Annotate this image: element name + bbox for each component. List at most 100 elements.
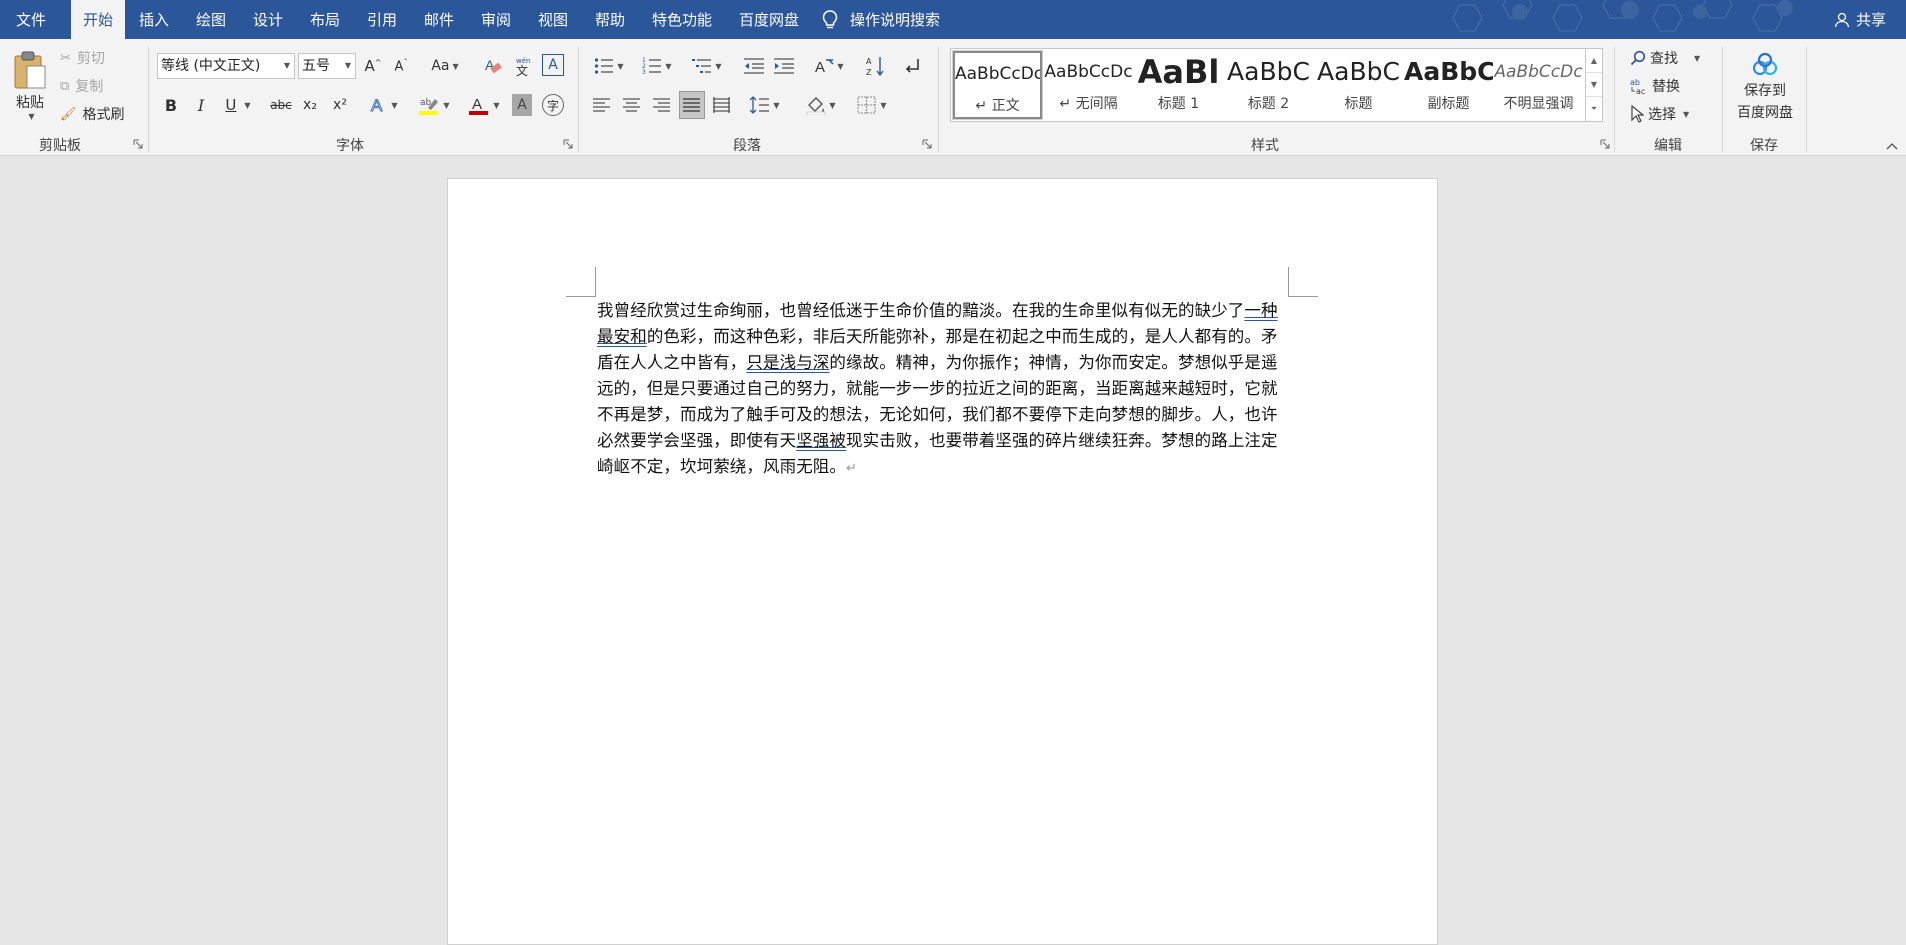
style-normal[interactable]: AaBbCcDc ↵ 正文	[952, 50, 1043, 120]
style-name: ↵ 正文	[975, 98, 1020, 114]
paste-button[interactable]: 粘贴 ▼	[8, 45, 52, 125]
character-border-button[interactable]: A	[542, 54, 564, 76]
svg-text:A: A	[866, 57, 872, 66]
shading-button[interactable]: ▼	[802, 92, 840, 118]
dialog-launcher-icon[interactable]	[1600, 139, 1610, 149]
chevron-down-icon: ▼	[1683, 109, 1690, 119]
tab-insert[interactable]: 插入	[128, 0, 180, 39]
superscript-button[interactable]: x²	[329, 92, 351, 118]
dialog-launcher-icon[interactable]	[922, 139, 932, 149]
shrink-font-button[interactable]: Aˇ	[390, 54, 412, 78]
tab-mailings[interactable]: 邮件	[413, 0, 465, 39]
align-left-button[interactable]	[590, 92, 614, 118]
tab-special-features[interactable]: 特色功能	[642, 0, 722, 39]
style-preview: AaBbC	[1404, 57, 1493, 86]
tab-review[interactable]: 审阅	[470, 0, 522, 39]
chevron-down-icon: ▼	[837, 61, 844, 71]
underline-label: U	[225, 96, 237, 114]
strikethrough-button[interactable]: abc	[268, 92, 294, 118]
clear-formatting-button[interactable]: A	[482, 54, 504, 78]
tab-baidu-netdisk[interactable]: 百度网盘	[728, 0, 810, 39]
subscript-button[interactable]: x₂	[299, 92, 321, 118]
tab-references[interactable]: 引用	[356, 0, 408, 39]
tab-help[interactable]: 帮助	[584, 0, 636, 39]
italic-button[interactable]: I	[190, 92, 212, 118]
font-size-value: 五号	[302, 58, 330, 74]
select-button[interactable]: 选择 ▼	[1630, 103, 1689, 125]
tab-layout[interactable]: 布局	[299, 0, 351, 39]
sort-button[interactable]: AZ	[864, 53, 888, 79]
font-size-combo[interactable]: 五号 ▼	[298, 53, 356, 79]
paragraph-mark: ↵	[846, 461, 857, 476]
format-painter-button[interactable]: 🖌 格式刷	[60, 103, 125, 125]
justify-button[interactable]	[679, 91, 705, 119]
style-heading-2[interactable]: AaBbC 标题 2	[1224, 51, 1313, 119]
svg-text:ac: ac	[1636, 87, 1645, 95]
style-preview: AaBl	[1137, 53, 1220, 91]
chevron-down-icon: ▼	[880, 100, 887, 110]
font-name-value: 等线 (中文正文)	[161, 58, 261, 74]
style-heading-1[interactable]: AaBl 标题 1	[1134, 51, 1223, 119]
font-name-combo[interactable]: 等线 (中文正文) ▼	[157, 53, 295, 79]
dialog-launcher-icon[interactable]	[563, 139, 573, 149]
dialog-launcher-icon[interactable]	[133, 139, 143, 149]
text-effects-button[interactable]: A ▼	[366, 92, 402, 118]
style-subtitle[interactable]: AaBbC 副标题	[1404, 51, 1493, 119]
copy-label: 复制	[75, 79, 104, 95]
decrease-indent-button[interactable]	[742, 53, 766, 79]
scroll-up-icon[interactable]: ▲	[1586, 49, 1602, 73]
chinese-layout-button[interactable]: A ▼	[810, 53, 848, 79]
tell-me-search[interactable]: 操作说明搜索	[822, 0, 940, 39]
tab-file[interactable]: 文件	[0, 0, 62, 39]
enclose-characters-button[interactable]: 字	[542, 94, 564, 116]
grow-font-button[interactable]: A^	[362, 54, 384, 78]
share-button[interactable]: 共享	[1834, 0, 1886, 39]
underline-button[interactable]: U ▼	[220, 92, 256, 118]
numbering-button[interactable]: 123 ▼	[638, 53, 676, 79]
cut-button[interactable]: ✂ 剪切	[60, 47, 105, 69]
tab-home[interactable]: 开始	[71, 0, 125, 39]
paragraph-mark-icon	[905, 59, 919, 73]
change-case-button[interactable]: Aa ▼	[426, 54, 464, 78]
replace-button[interactable]: ab ac 替换	[1630, 75, 1680, 97]
distributed-button[interactable]	[710, 92, 734, 118]
font-color-icon: A	[469, 96, 489, 115]
style-subtle-emphasis[interactable]: AaBbCcDc 不明显强调	[1494, 51, 1583, 119]
show-formatting-marks-button[interactable]	[900, 53, 924, 79]
replace-icon: abac	[1630, 78, 1645, 95]
collapse-ribbon-icon[interactable]	[1886, 142, 1898, 150]
align-right-icon	[653, 98, 670, 112]
save-to-baidu-button[interactable]: 保存到 百度网盘	[1730, 45, 1800, 129]
style-name: 标题 2	[1247, 96, 1290, 112]
style-no-spacing[interactable]: AaBbCcDc ↵ 无间隔	[1044, 51, 1133, 119]
bold-button[interactable]: B	[160, 92, 182, 118]
styles-gallery: AaBbCcDc ↵ 正文 AaBbCcDc ↵ 无间隔 AaBl 标题 1 A…	[950, 48, 1586, 122]
more-styles-icon[interactable]: ⏷	[1586, 97, 1602, 121]
increase-indent-button[interactable]	[772, 53, 796, 79]
bullets-button[interactable]: ▼	[590, 53, 628, 79]
copy-button[interactable]: ⧉ 复制	[60, 75, 103, 97]
character-shading-button[interactable]: A	[512, 94, 532, 116]
baidu-cloud-icon	[1752, 52, 1778, 76]
align-right-button[interactable]	[650, 92, 674, 118]
find-button[interactable]: 查找 ▼	[1630, 47, 1700, 69]
line-spacing-button[interactable]: ▼	[746, 92, 784, 118]
chinese-layout-icon: A	[815, 59, 834, 75]
style-title[interactable]: AaBbC 标题	[1314, 51, 1403, 119]
multilevel-list-button[interactable]: ▼	[688, 53, 726, 79]
borders-button[interactable]: ▼	[852, 92, 892, 118]
font-color-button[interactable]: A ▼	[464, 92, 504, 118]
align-center-button[interactable]	[620, 92, 644, 118]
chevron-down-icon: ▼	[829, 100, 836, 110]
phonetic-guide-button[interactable]: wén 文	[512, 54, 534, 78]
ribbon: 粘贴 ▼ ✂ 剪切 ⧉ 复制 🖌 格式刷 剪贴板 等线 (中文正文) ▼ 五号 …	[0, 39, 1906, 156]
document-body-text[interactable]: 我曾经欣赏过生命绚丽，也曾经低迷于生命价值的黯淡。在我的生命里似有似无的缺少了一…	[597, 298, 1290, 482]
group-separator	[578, 47, 579, 152]
tab-draw[interactable]: 绘图	[185, 0, 237, 39]
tab-view[interactable]: 视图	[527, 0, 579, 39]
scroll-down-icon[interactable]: ▼	[1586, 73, 1602, 97]
paragraph-group-label: 段落	[733, 138, 761, 154]
highlight-color-button[interactable]: ab ▼	[414, 92, 454, 118]
style-name: 不明显强调	[1503, 96, 1574, 112]
tab-design[interactable]: 设计	[242, 0, 294, 39]
